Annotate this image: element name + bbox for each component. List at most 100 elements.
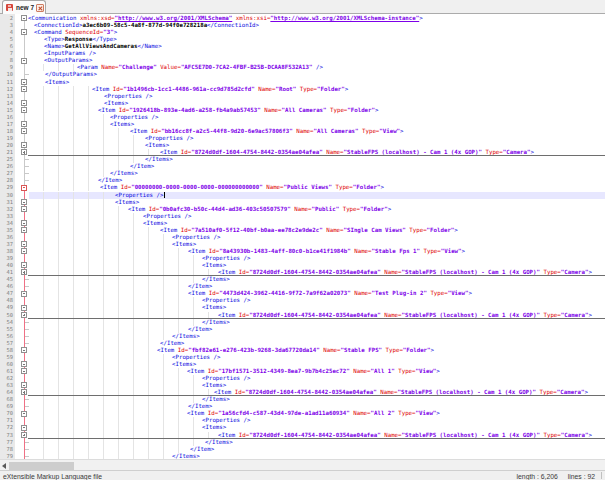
code-line-56[interactable]: </Items> (0, 333, 605, 340)
code-line-17[interactable]: <Items> (0, 121, 605, 128)
code-line-6[interactable]: <Name>GetAllViewsAndCameras</Name> (0, 43, 605, 50)
code-line-9[interactable]: <Param Name="Challenge" Value="AFC5E7D0-… (0, 64, 605, 71)
code-line-35[interactable]: <Item Id="7a510af0-5f12-40bf-b0aa-ee78c2… (0, 227, 605, 234)
tab-close-icon[interactable] (36, 4, 44, 12)
code-line-20[interactable]: <Items> (0, 142, 605, 149)
code-line-12[interactable]: <Item Id="1b1496cb-1cc1-4486-961a-cc9d78… (0, 86, 605, 93)
code-line-69[interactable]: </Item> (0, 403, 605, 410)
code-line-16[interactable]: <Properties /> (0, 114, 605, 121)
fold-collapse-box[interactable] (21, 185, 27, 191)
code-line-72[interactable]: <Items> (0, 424, 605, 431)
code-text: <Properties /> (143, 213, 192, 220)
fold-expand-box[interactable] (21, 312, 27, 318)
code-line-18[interactable]: <Item Id="bb16cc8f-a2c5-44f8-9d20-6e9ac5… (0, 128, 605, 135)
indent-guide (88, 333, 89, 340)
fold-collapse-box[interactable] (21, 262, 27, 268)
code-line-28[interactable]: </Item> (0, 177, 605, 184)
fold-expand-box[interactable] (21, 389, 27, 395)
code-line-57[interactable]: </Item> (0, 340, 605, 347)
code-line-29[interactable]: <Item Id="00000000-0000-0000-0000-000000… (0, 184, 605, 191)
fold-collapse-box[interactable] (21, 347, 27, 353)
code-line-47[interactable]: <Item Id="4473d424-3962-4416-9f72-7a9f62… (0, 290, 605, 297)
code-line-48[interactable]: <Properties /> (0, 297, 605, 304)
fold-collapse-box[interactable] (21, 425, 27, 431)
code-line-36[interactable]: <Properties /> (0, 234, 605, 241)
code-line-68[interactable]: </Items> (0, 396, 605, 403)
code-editor[interactable]: 2345678910111213141516171819202125262728… (0, 14, 605, 459)
fold-collapse-box[interactable] (21, 411, 27, 417)
code-line-19[interactable]: <Properties /> (0, 135, 605, 142)
horizontal-scrollbar[interactable] (0, 459, 605, 470)
fold-collapse-box[interactable] (21, 142, 27, 148)
code-line-58[interactable]: <Item Id="fbf82e61-e276-423b-9268-3da677… (0, 347, 605, 354)
code-line-34[interactable]: <Items> (0, 220, 605, 227)
code-line-78[interactable]: </Item> (0, 446, 605, 453)
fold-collapse-box[interactable] (21, 361, 27, 367)
fold-collapse-box[interactable] (21, 241, 27, 247)
code-line-4[interactable]: <Command SequenceId="3"> (0, 29, 605, 36)
fold-collapse-box[interactable] (21, 86, 27, 92)
code-line-3[interactable]: <ConnectionId>a3ec6b09-58c5-4a8f-877d-94… (0, 22, 605, 29)
code-line-38[interactable]: <Item Id="8a43930b-1483-4aff-80c0-b1ce41… (0, 248, 605, 255)
fold-collapse-box[interactable] (21, 128, 27, 134)
code-line-39[interactable]: <Properties /> (0, 255, 605, 262)
code-line-26[interactable]: </Item> (0, 163, 605, 170)
fold-collapse-box[interactable] (21, 100, 27, 106)
fold-expand-box[interactable] (21, 149, 27, 155)
fold-collapse-box[interactable] (21, 227, 27, 233)
code-line-33[interactable]: <Properties /> (0, 213, 605, 220)
code-line-30[interactable]: <Properties /> (0, 192, 605, 199)
fold-collapse-box[interactable] (21, 107, 27, 113)
code-line-45[interactable]: </Items> (0, 276, 605, 283)
scrollbar-thumb[interactable] (9, 462, 74, 470)
code-line-49[interactable]: <Items> (0, 304, 605, 311)
indent-guide (118, 248, 119, 255)
fold-collapse-box[interactable] (21, 368, 27, 374)
fold-collapse-box[interactable] (21, 206, 27, 212)
code-line-25[interactable]: </Items> (0, 156, 605, 163)
fold-collapse-box[interactable] (21, 382, 27, 388)
scroll-left-arrow-icon[interactable] (2, 463, 6, 469)
fold-collapse-box[interactable] (21, 220, 27, 226)
code-line-63[interactable]: <Items> (0, 382, 605, 389)
code-line-11[interactable]: <Items> (0, 79, 605, 86)
code-line-71[interactable]: <Properties /> (0, 417, 605, 424)
fold-collapse-box[interactable] (21, 291, 27, 297)
fold-collapse-box[interactable] (21, 121, 27, 127)
code-line-77[interactable]: </Items> (0, 439, 605, 446)
code-line-40[interactable]: <Items> (0, 262, 605, 269)
fold-collapse-box[interactable] (21, 15, 27, 21)
indent-guide (178, 368, 179, 375)
code-line-8[interactable]: <OutputParams> (0, 57, 605, 64)
code-line-5[interactable]: <Type>Response</Type> (0, 36, 605, 43)
fold-collapse-box[interactable] (21, 58, 27, 64)
code-line-62[interactable]: <Properties /> (0, 375, 605, 382)
code-line-70[interactable]: <Item Id="1a56cfd4-c587-43d4-97de-a1ad11… (0, 410, 605, 417)
code-line-61[interactable]: <Item Id="17bf1571-3512-4349-8ea7-9b7b4c… (0, 368, 605, 375)
fold-collapse-box[interactable] (21, 29, 27, 35)
code-line-10[interactable]: </OutputParams> (0, 71, 605, 78)
tab-new7[interactable]: new 7 (2, 0, 46, 14)
code-line-7[interactable]: <InputParams /> (0, 50, 605, 57)
fold-expand-box[interactable] (21, 432, 27, 438)
code-line-54[interactable]: </Items> (0, 319, 605, 326)
code-line-55[interactable]: </Item> (0, 326, 605, 333)
code-line-37[interactable]: <Items> (0, 241, 605, 248)
fold-collapse-box[interactable] (21, 305, 27, 311)
code-line-15[interactable]: <Item Id="1926418b-893e-4ad6-a258-fb4a9a… (0, 107, 605, 114)
code-line-46[interactable]: </Item> (0, 283, 605, 290)
fold-collapse-box[interactable] (21, 79, 27, 85)
code-line-60[interactable]: <Items> (0, 361, 605, 368)
code-line-27[interactable]: </Items> (0, 170, 605, 177)
fold-collapse-box[interactable] (21, 199, 27, 205)
code-line-2[interactable]: <Communication xmlns:xsd="http://www.w3.… (0, 15, 605, 22)
fold-expand-box[interactable] (21, 269, 27, 275)
code-line-31[interactable]: <Items> (0, 199, 605, 206)
indent-guide (58, 319, 59, 326)
indent-guide (73, 156, 74, 163)
code-line-32[interactable]: <Item Id="0b0afc30-b50c-44d4-ad36-403c50… (0, 206, 605, 213)
code-line-13[interactable]: <Properties /> (0, 93, 605, 100)
fold-collapse-box[interactable] (21, 248, 27, 254)
code-line-59[interactable]: <Properties /> (0, 354, 605, 361)
code-line-14[interactable]: <Items> (0, 100, 605, 107)
